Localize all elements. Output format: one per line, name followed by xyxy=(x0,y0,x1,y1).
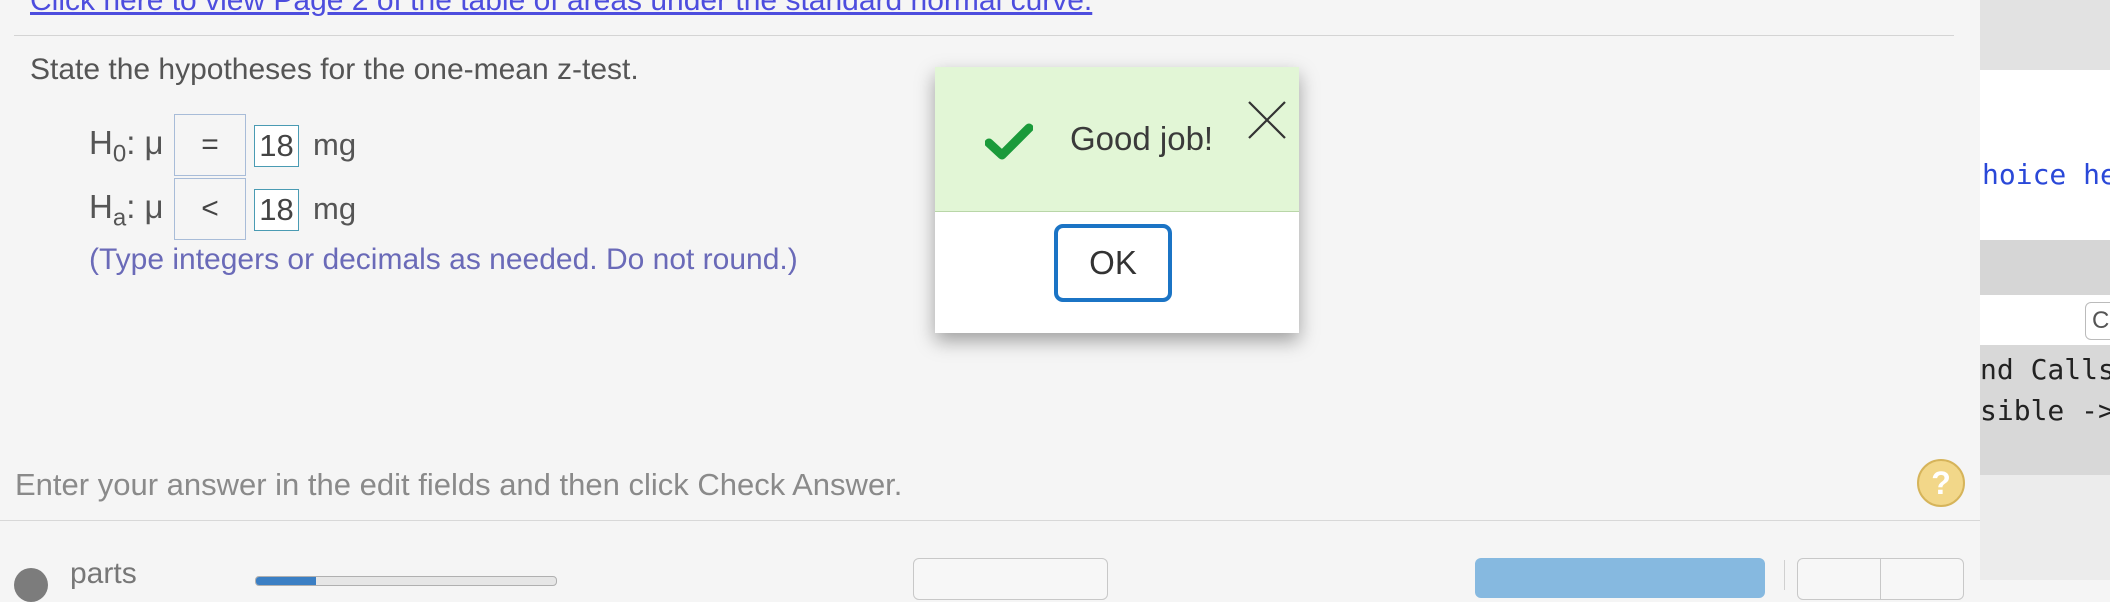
divider xyxy=(14,35,1954,36)
checkmark-icon xyxy=(985,123,1033,160)
side-code-link[interactable]: hoice he xyxy=(1982,158,2110,191)
side-panel-bar xyxy=(1980,240,2110,295)
side-input-row: C xyxy=(1980,295,2110,345)
help-button[interactable]: ? xyxy=(1917,459,1965,507)
parts-progress-bar xyxy=(255,576,557,586)
parts-label: parts xyxy=(70,557,137,590)
side-panel-content xyxy=(1980,70,2110,240)
null-value-input[interactable]: 18 xyxy=(254,125,299,167)
clear-all-button[interactable] xyxy=(913,558,1108,600)
previous-button[interactable] xyxy=(1797,558,1881,600)
null-operator-select[interactable]: = xyxy=(174,114,246,176)
alt-unit-label: mg xyxy=(313,191,357,226)
feedback-dialog: Good job! OK xyxy=(935,67,1299,333)
check-answer-button[interactable] xyxy=(1475,558,1765,598)
feedback-dialog-header: Good job! xyxy=(935,67,1299,212)
side-panel: hoice he C nd Calls sible -> xyxy=(1980,0,2110,580)
close-icon[interactable] xyxy=(1245,98,1289,142)
side-code-line: nd Calls xyxy=(1980,353,2110,386)
answer-instruction: Enter your answer in the edit fields and… xyxy=(15,467,903,502)
next-button[interactable] xyxy=(1880,558,1964,600)
alt-hypothesis-label: Ha: μ xyxy=(89,188,164,232)
alt-value-input[interactable]: 18 xyxy=(254,189,299,231)
footer-divider xyxy=(0,520,1980,521)
question-prompt: State the hypotheses for the one-mean z-… xyxy=(30,53,639,86)
null-unit-label: mg xyxy=(313,127,357,162)
ok-button[interactable]: OK xyxy=(1054,224,1172,302)
input-hint: (Type integers or decimals as needed. Do… xyxy=(89,243,798,276)
alt-operator-select[interactable]: < xyxy=(174,178,246,240)
parts-progress-fill xyxy=(256,577,316,585)
feedback-message: Good job! xyxy=(1070,120,1214,157)
side-input-field[interactable]: C xyxy=(2085,302,2110,340)
table-page-2-link[interactable]: Click here to view Page 2 of the table o… xyxy=(30,0,1092,18)
null-hypothesis-label: H0: μ xyxy=(89,124,164,168)
side-panel-header xyxy=(1980,0,2110,70)
side-code-line: sible -> xyxy=(1980,394,2110,427)
button-separator xyxy=(1784,560,1785,590)
parts-indicator-icon xyxy=(14,568,48,602)
